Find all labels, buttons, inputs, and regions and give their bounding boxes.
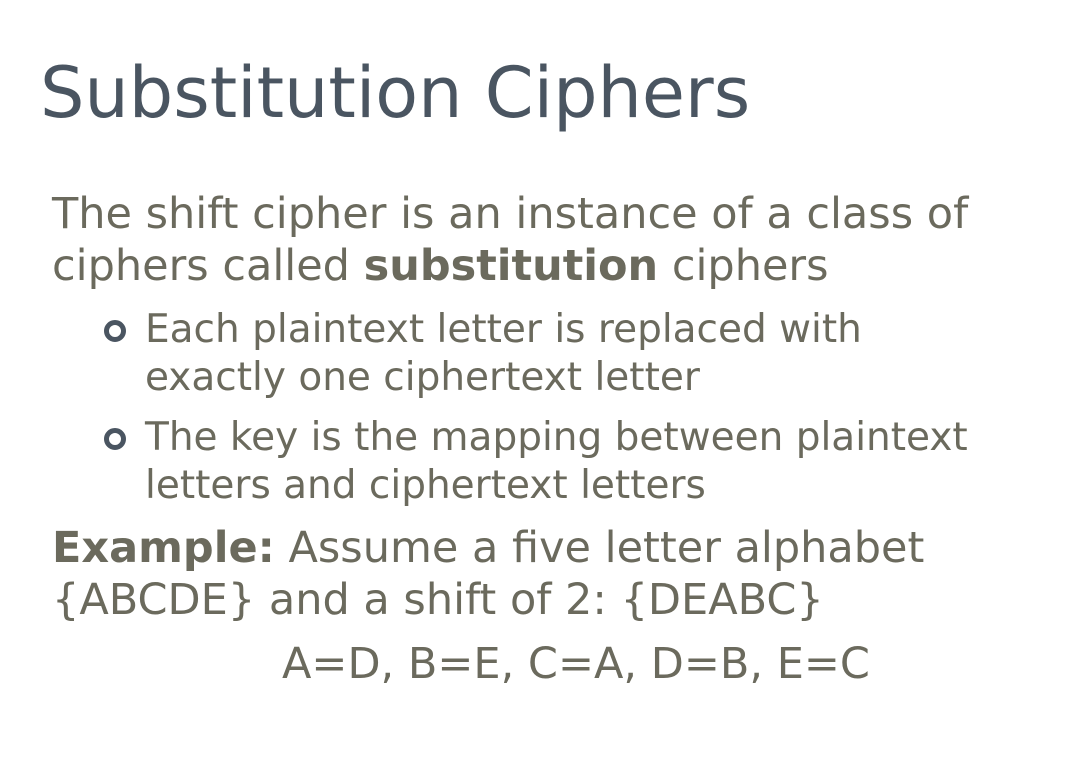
bullet-item: The key is the mapping between plaintext… xyxy=(100,414,968,510)
slide: Substitution Ciphers The shift cipher is… xyxy=(0,0,1084,766)
bullet-list: Each plaintext letter is replaced with e… xyxy=(100,306,968,522)
bullet-1-line-2: exactly one ciphertext letter xyxy=(145,355,700,400)
hollow-circle-bullet-icon xyxy=(104,428,126,450)
bullet-2-line-2: letters and ciphertext letters xyxy=(145,463,706,508)
intro-line-2-before: ciphers called xyxy=(52,241,364,291)
intro-line-1: The shift cipher is an instance of a cla… xyxy=(52,189,969,239)
intro-bold-term: substitution xyxy=(363,241,659,291)
example-line-2: {ABCDE} and a shift of 2: {DEABC} xyxy=(52,575,824,625)
intro-line-2-after: ciphers xyxy=(658,241,829,291)
example-paragraph: Example: Assume a five letter alphabet {… xyxy=(52,522,924,626)
slide-title: Substitution Ciphers xyxy=(40,52,751,134)
intro-paragraph: The shift cipher is an instance of a cla… xyxy=(52,188,968,292)
bullet-2-line-1: The key is the mapping between plaintext xyxy=(145,415,968,460)
bullet-item: Each plaintext letter is replaced with e… xyxy=(100,306,968,402)
example-label: Example: xyxy=(52,523,275,573)
bullet-1-line-1: Each plaintext letter is replaced with xyxy=(145,307,862,352)
hollow-circle-bullet-icon xyxy=(104,320,126,342)
mapping-text: A=D, B=E, C=A, D=B, E=C xyxy=(282,639,870,689)
example-line-1-rest: Assume a five letter alphabet xyxy=(274,523,925,573)
